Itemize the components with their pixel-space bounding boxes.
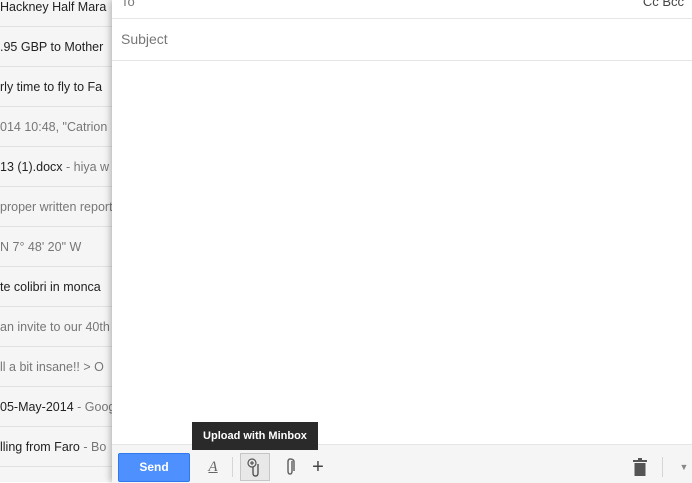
inbox-row[interactable]: 05-May-2014 - Goog — [0, 387, 112, 427]
inbox-row[interactable]: Hackney Half Mara — [0, 0, 112, 27]
more-options-dropdown-icon[interactable]: ▼ — [674, 454, 692, 480]
inbox-row[interactable]: N 7° 48' 20" W — [0, 227, 112, 267]
inbox-row[interactable]: 13 (1).docx - hiya w — [0, 147, 112, 187]
row-subject: rly time to fly to Fa — [0, 80, 103, 94]
send-button[interactable]: Send — [118, 453, 190, 482]
inbox-row[interactable]: an invite to our 40th — [0, 307, 112, 347]
more-insert-options-button[interactable]: + — [308, 454, 328, 480]
row-subject: proper written report — [0, 200, 112, 214]
subject-input[interactable] — [121, 29, 661, 49]
upload-minbox-button[interactable] — [240, 453, 270, 481]
to-field-row[interactable]: To Cc Bcc — [112, 0, 692, 19]
discard-draft-button[interactable] — [628, 454, 652, 480]
attach-files-button[interactable] — [280, 454, 300, 480]
inbox-row[interactable]: te colibri in monca — [0, 267, 112, 307]
minbox-tooltip: Upload with Minbox — [192, 422, 318, 450]
row-subject: lling from Faro — [0, 440, 80, 454]
compose-window: To Cc Bcc Send A + — [112, 0, 692, 483]
inbox-row[interactable]: ll a bit insane!! > O — [0, 347, 112, 387]
row-snippet: - hiya w — [62, 160, 110, 174]
inbox-list: Hackney Half Mara .95 GBP to Mother rly … — [0, 0, 112, 482]
row-subject: 05-May-2014 — [0, 400, 74, 414]
inbox-row[interactable]: lling from Faro - Bo — [0, 427, 112, 467]
toolbar-divider — [662, 457, 663, 477]
trash-icon — [633, 458, 647, 476]
inbox-row[interactable]: rly time to fly to Fa — [0, 67, 112, 107]
formatting-options-button[interactable]: A — [202, 454, 224, 480]
message-body[interactable] — [112, 61, 692, 444]
row-snippet: - Bo — [79, 440, 107, 454]
row-subject: 014 10:48, "Catrion — [0, 120, 108, 134]
minbox-attach-icon — [247, 458, 259, 477]
row-subject: N 7° 48' 20" W — [0, 240, 82, 254]
paperclip-icon — [287, 458, 295, 475]
inbox-row[interactable]: 014 10:48, "Catrion — [0, 107, 112, 147]
to-label: To — [121, 0, 135, 9]
cc-bcc-link[interactable]: Cc Bcc — [643, 0, 684, 9]
row-subject: te colibri in monca — [0, 280, 101, 294]
row-subject: .95 GBP to Mother — [0, 40, 104, 54]
row-snippet: - Goog — [73, 400, 112, 414]
row-subject: ll a bit insane!! > O — [0, 360, 104, 374]
subject-row — [112, 19, 692, 61]
row-subject: 13 (1).docx — [0, 160, 63, 174]
toolbar-divider — [232, 457, 233, 477]
inbox-row[interactable]: .95 GBP to Mother — [0, 27, 112, 67]
row-subject: Hackney Half Mara — [0, 0, 107, 14]
row-subject: an invite to our 40th — [0, 320, 110, 334]
inbox-row[interactable]: proper written report — [0, 187, 112, 227]
